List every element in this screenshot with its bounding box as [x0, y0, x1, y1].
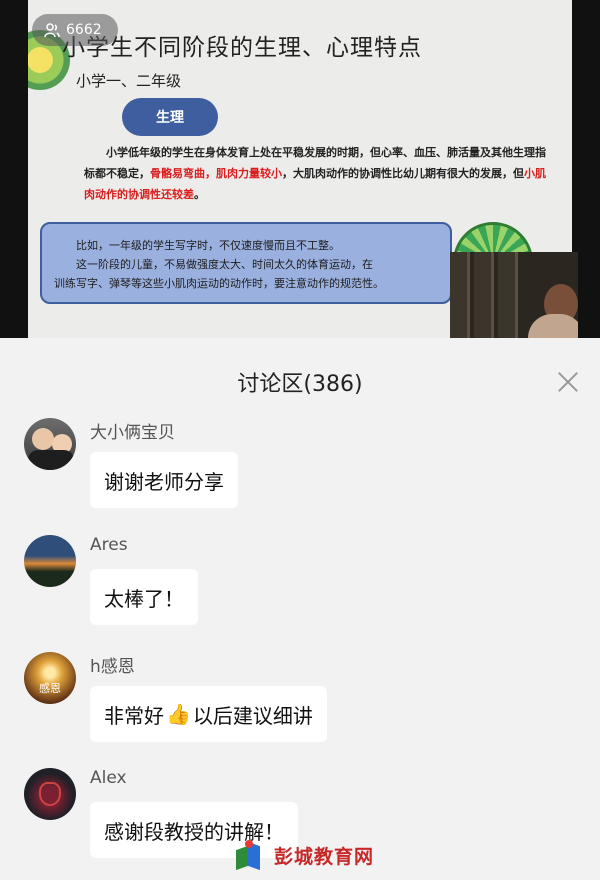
example-line: 这一阶段的儿童，不易做强度太大、时间太久的体育运动，在: [76, 258, 373, 271]
thumbs-up-icon: 👍: [166, 702, 191, 726]
comment-bubble: 谢谢老师分享: [90, 452, 238, 508]
people-icon: [44, 23, 60, 38]
close-icon[interactable]: [554, 368, 582, 396]
example-line: 比如，一年级的学生写字时，不仅速度慢而且不工整。: [76, 239, 340, 252]
bookshelf: [498, 252, 518, 338]
watermark-logo: 彭城教育网: [236, 840, 375, 871]
example-line: 训练写字、弹琴等这些小肌肉运动的动作时，要注意动作的规范性。: [54, 277, 384, 290]
avatar[interactable]: [24, 418, 76, 470]
slide-section-pill: 生理: [122, 98, 218, 136]
discussion-panel: 讨论区(386) 大小俩宝贝 谢谢老师分享 Ares 太棒了！ 感恩 h感恩 非…: [0, 338, 600, 880]
presenter-body: [528, 314, 578, 338]
avatar[interactable]: [24, 535, 76, 587]
viewer-count-badge: 6662: [32, 14, 118, 46]
live-video[interactable]: 小学生不同阶段的生理、心理特点 小学一、二年级 生理 小学低年级的学生在身体发育…: [0, 0, 600, 338]
avatar-text: 感恩: [39, 682, 61, 695]
comment-username: 大小俩宝贝: [90, 423, 175, 443]
bookshelf: [450, 252, 470, 338]
comment-username: Ares: [90, 535, 128, 555]
slide-subtitle: 小学一、二年级: [76, 72, 182, 90]
presenter-camera[interactable]: [450, 252, 578, 338]
comment-bubble: 太棒了！: [90, 569, 198, 625]
comment-username: h感恩: [90, 657, 135, 677]
comment-bubble: 非常好 👍 以后建议细讲: [90, 686, 327, 742]
bookshelf: [474, 252, 494, 338]
slide-example-box: 比如，一年级的学生写字时，不仅速度慢而且不工整。 这一阶段的儿童，不易做强度太大…: [40, 222, 452, 304]
slide-paragraph: 小学低年级的学生在身体发育上处在平稳发展的时期，但心率、血压、肺活量及其他生理指…: [84, 146, 546, 201]
logo-icon: [236, 840, 266, 871]
avatar[interactable]: 感恩: [24, 652, 76, 704]
viewer-count: 6662: [66, 22, 102, 38]
comment-username: Alex: [90, 768, 127, 788]
discussion-title: 讨论区(386): [237, 372, 363, 397]
watermark-text: 彭城教育网: [274, 845, 375, 868]
avatar[interactable]: [24, 768, 76, 820]
